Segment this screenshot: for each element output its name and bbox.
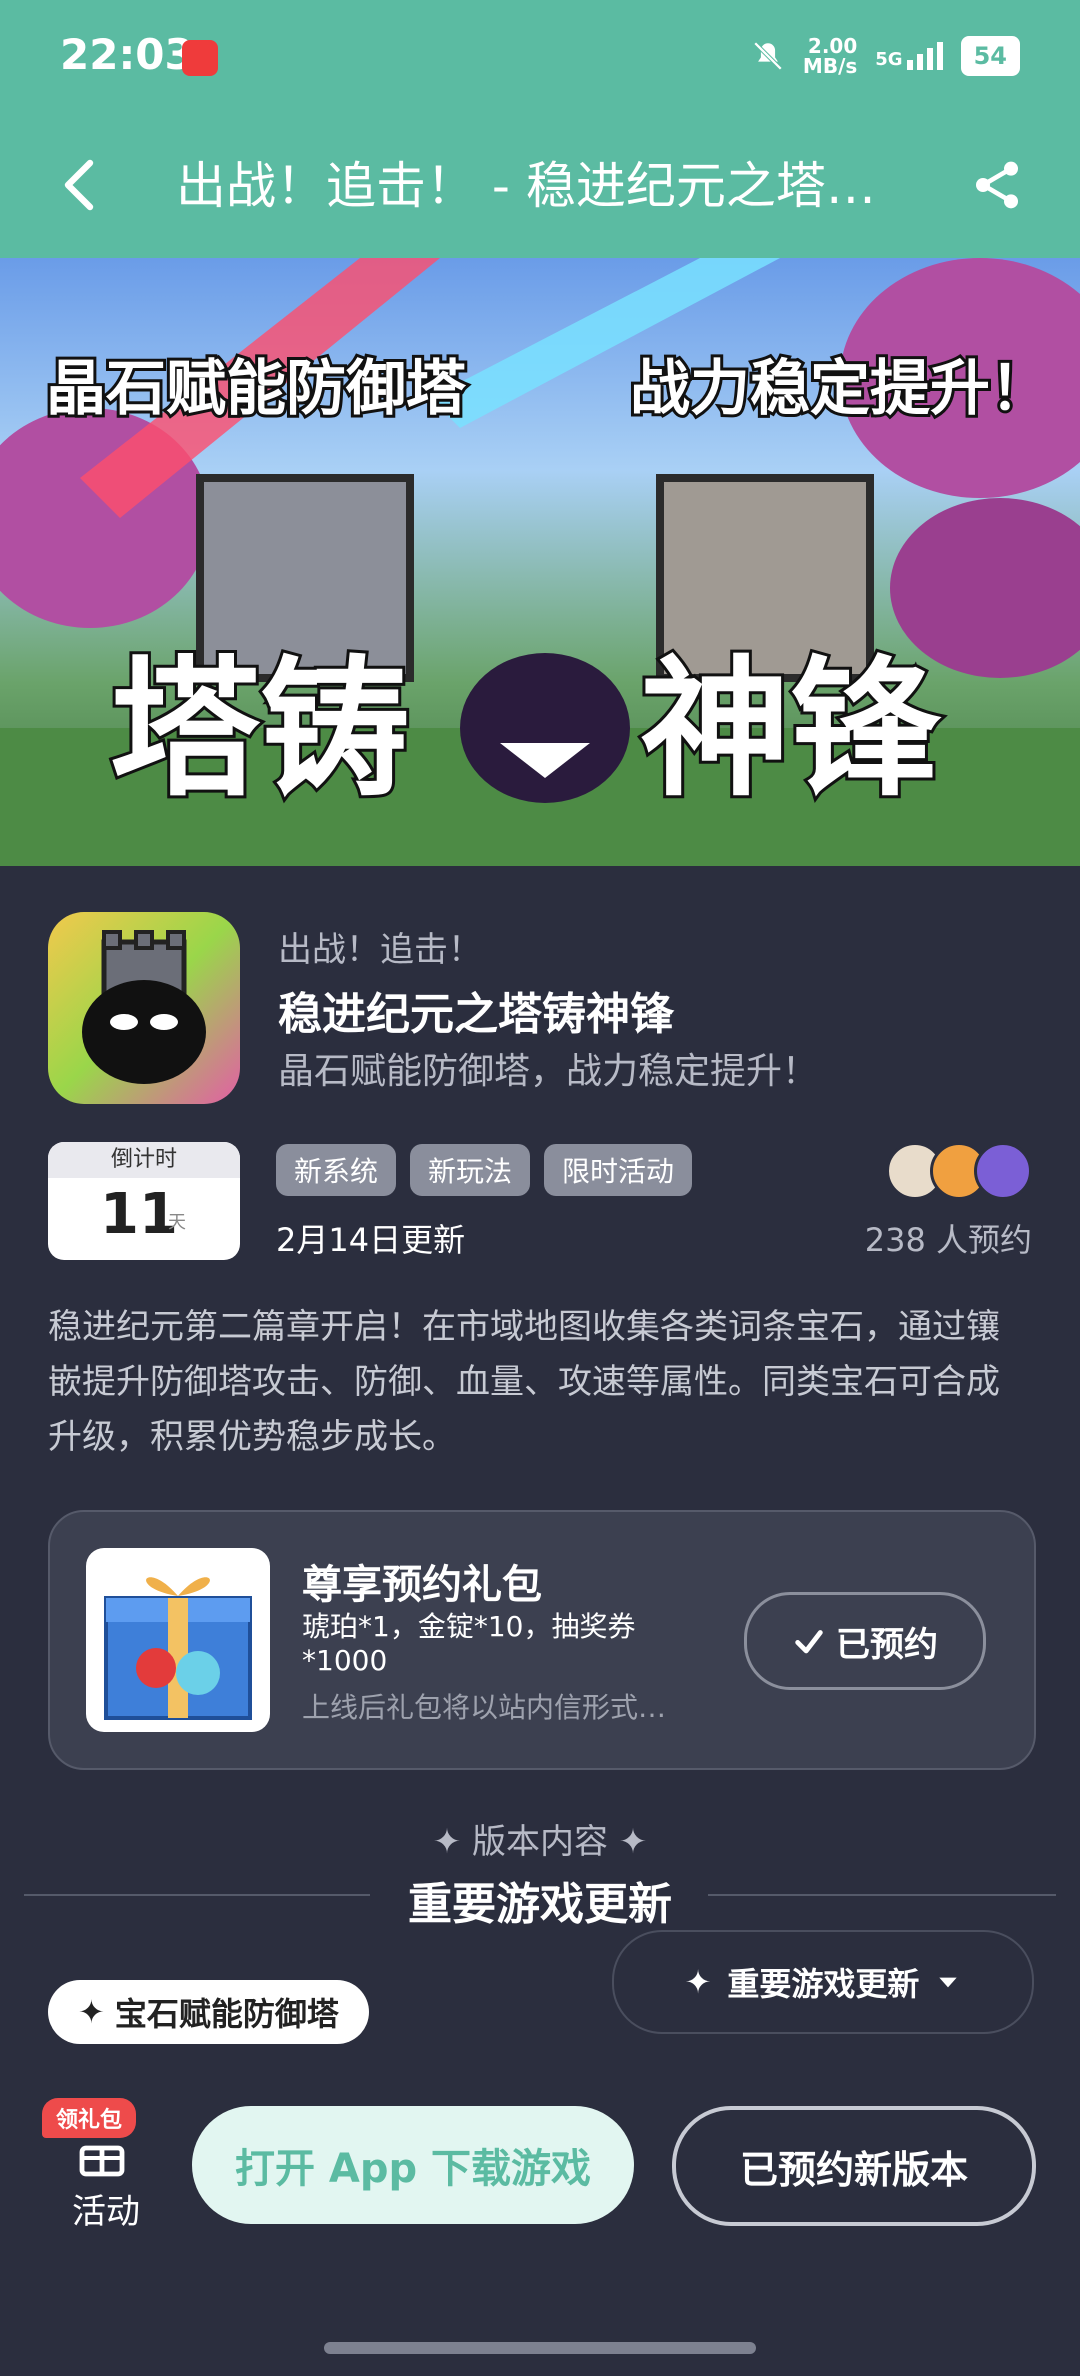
- video-app-icon: [182, 40, 218, 76]
- countdown-badge: 倒计时 11 天: [48, 1142, 240, 1260]
- game-banner[interactable]: 晶石赋能防御塔 战力稳定提升！ 塔铸 神锋: [0, 258, 1080, 866]
- banner-title-right: 神锋: [637, 640, 943, 820]
- countdown-value: 11: [100, 1182, 178, 1247]
- mute-icon: [753, 41, 783, 71]
- signal-icon: 5G: [875, 42, 943, 70]
- app-icon: [48, 912, 240, 1104]
- countdown-unit: 天: [168, 1212, 186, 1233]
- section-label: ✦ 版本内容 ✦: [432, 1822, 648, 1862]
- banner-title-left: 塔铸: [107, 640, 413, 820]
- check-icon: [795, 1630, 823, 1654]
- tag-list: 新系统 新玩法 限时活动: [276, 1144, 693, 1196]
- network-speed: 2.00 MB/s: [802, 34, 858, 78]
- feature-chip-label: 宝石赋能防御塔: [114, 1995, 339, 2033]
- update-date: 2月14日更新: [276, 1221, 466, 1259]
- banner-right-caption: 战力稳定提升！: [627, 351, 1053, 427]
- sparkle-icon: ✦: [78, 1993, 105, 2031]
- chevron-down-icon: [939, 1977, 958, 1988]
- version-select[interactable]: ✦ 重要游戏更新: [612, 1930, 1034, 2034]
- status-time: 22:03: [60, 30, 194, 79]
- home-indicator[interactable]: [324, 2342, 756, 2354]
- gift-note: 上线后礼包将以站内信形式…: [302, 1691, 667, 1724]
- reserved-button[interactable]: 已预约: [744, 1592, 986, 1690]
- reserved-button-label: 已预约: [836, 1624, 938, 1665]
- chevron-left-icon: [64, 159, 94, 211]
- app-subtitle: 出战！追击！: [278, 930, 482, 970]
- share-icon: [976, 161, 1018, 209]
- share-button[interactable]: [962, 150, 1032, 220]
- page-title: 出战！追击！ - 稳进纪元之塔…: [176, 157, 876, 215]
- battery-icon: 54: [960, 36, 1020, 76]
- avatar: [974, 1142, 1032, 1200]
- banner-left-caption: 晶石赋能防御塔: [43, 351, 469, 427]
- back-button[interactable]: [48, 150, 108, 220]
- status-icons: 2.00 MB/s 5G 54: [751, 36, 1020, 76]
- app-tagline: 晶石赋能防御塔，战力稳定提升！: [278, 1051, 819, 1092]
- gift-title: 尊享预约礼包: [302, 1562, 542, 1608]
- activity-label: 活动: [72, 2192, 140, 2232]
- tag-limited-event: 限时活动: [544, 1144, 693, 1196]
- reserver-avatars: [886, 1142, 1032, 1200]
- feature-chip[interactable]: ✦ 宝石赋能防御塔: [48, 1980, 369, 2044]
- tag-new-system: 新系统: [276, 1144, 397, 1196]
- game-description: 稳进纪元第二篇章开启！在市域地图收集各类词条宝石，通过镶嵌提升防御塔攻击、防御、…: [48, 1307, 1000, 1457]
- gift-items: 琥珀*1，金锭*10，抽奖券*1000: [302, 1610, 636, 1677]
- reserve-count: 238 人预约: [864, 1221, 1032, 1259]
- open-app-button[interactable]: 打开 App 下载游戏: [192, 2106, 634, 2224]
- version-select-value: 重要游戏更新: [727, 1965, 920, 2003]
- activity-badge: 领礼包: [42, 2098, 137, 2138]
- sparkle-icon: ✦: [684, 1963, 712, 2001]
- section-title: 重要游戏更新: [408, 1879, 672, 1930]
- reservation-gift-card: 尊享预约礼包 琥珀*1，金锭*10，抽奖券*1000 上线后礼包将以站内信形式……: [48, 1510, 1036, 1770]
- app-name: 稳进纪元之塔铸神锋: [278, 989, 674, 1040]
- tag-new-gameplay: 新玩法: [410, 1144, 531, 1196]
- countdown-label: 倒计时: [48, 1142, 240, 1178]
- gift-box-image: [86, 1548, 270, 1732]
- reserved-new-version-button[interactable]: 已预约新版本: [672, 2106, 1036, 2226]
